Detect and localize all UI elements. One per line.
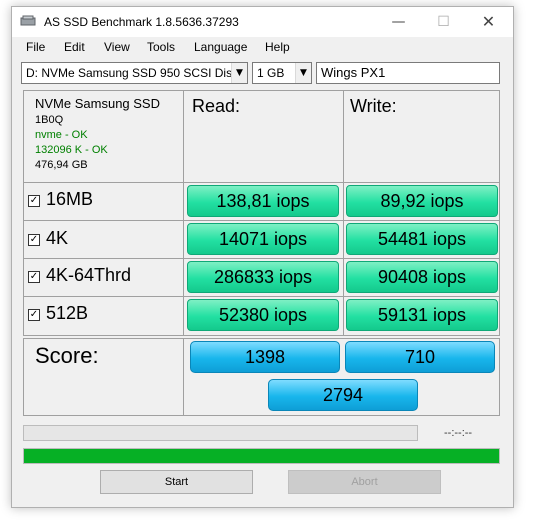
elapsed-time: --:--:-- <box>444 427 473 439</box>
score-label: Score: <box>35 343 99 368</box>
test-row-label[interactable]: ✓ 4K <box>28 228 68 249</box>
read-score: 1398 <box>190 341 340 373</box>
overall-progress-fill <box>24 449 499 463</box>
checkbox-icon[interactable]: ✓ <box>28 195 40 207</box>
overall-progress-bar <box>23 448 500 464</box>
menu-view[interactable]: View <box>104 40 130 54</box>
size-select-value: 1 GB <box>257 66 285 80</box>
alignment-status: 132096 K - OK <box>35 144 108 156</box>
write-result: 59131 iops <box>346 299 498 331</box>
checkbox-icon[interactable]: ✓ <box>28 234 40 246</box>
name-field[interactable]: Wings PX1 <box>316 62 500 84</box>
abort-button[interactable]: Abort <box>288 470 441 494</box>
title-bar: AS SSD Benchmark 1.8.5636.37293 — ☐ ✕ <box>12 7 513 37</box>
menu-bar: File Edit View Tools Language Help <box>12 37 513 59</box>
read-result: 138,81 iops <box>187 185 339 217</box>
drive-icon <box>20 15 36 26</box>
total-score: 2794 <box>268 379 418 411</box>
start-button[interactable]: Start <box>100 470 253 494</box>
menu-tools[interactable]: Tools <box>147 40 175 54</box>
test-row-label[interactable]: ✓ 4K-64Thrd <box>28 265 131 286</box>
menu-help[interactable]: Help <box>265 40 290 54</box>
size-select[interactable]: 1 GB ▼ <box>252 62 312 84</box>
device-model: NVMe Samsung SSD <box>35 96 160 111</box>
driver-status: nvme - OK <box>35 129 88 141</box>
drive-select-value: D: NVMe Samsung SSD 950 SCSI Disk D <box>26 66 248 80</box>
write-result: 54481 iops <box>346 223 498 255</box>
device-firmware: 1B0Q <box>35 114 64 126</box>
write-result: 90408 iops <box>346 261 498 293</box>
read-result: 14071 iops <box>187 223 339 255</box>
window-title: AS SSD Benchmark 1.8.5636.37293 <box>44 15 239 29</box>
write-header: Write: <box>350 96 397 116</box>
write-score: 710 <box>345 341 495 373</box>
minimize-button[interactable]: — <box>376 7 421 37</box>
chevron-down-icon: ▼ <box>231 63 247 83</box>
device-capacity: 476,94 GB <box>35 159 88 171</box>
app-window: AS SSD Benchmark 1.8.5636.37293 — ☐ ✕ Fi… <box>11 6 514 508</box>
test-row-label[interactable]: ✓ 16MB <box>28 189 93 210</box>
chevron-down-icon: ▼ <box>295 63 311 83</box>
read-result: 52380 iops <box>187 299 339 331</box>
maximize-button[interactable]: ☐ <box>421 7 466 37</box>
current-progress-bar <box>23 425 418 441</box>
menu-file[interactable]: File <box>26 40 45 54</box>
menu-edit[interactable]: Edit <box>64 40 85 54</box>
write-result: 89,92 iops <box>346 185 498 217</box>
read-header: Read: <box>192 96 241 116</box>
read-result: 286833 iops <box>187 261 339 293</box>
checkbox-icon[interactable]: ✓ <box>28 271 40 283</box>
menu-language[interactable]: Language <box>194 40 247 54</box>
close-button[interactable]: ✕ <box>466 7 511 37</box>
drive-select[interactable]: D: NVMe Samsung SSD 950 SCSI Disk D ▼ <box>21 62 248 84</box>
checkbox-icon[interactable]: ✓ <box>28 309 40 321</box>
device-info: NVMe Samsung SSD 1B0Q nvme - OK 132096 K… <box>35 95 160 173</box>
test-row-label[interactable]: ✓ 512B <box>28 303 88 324</box>
